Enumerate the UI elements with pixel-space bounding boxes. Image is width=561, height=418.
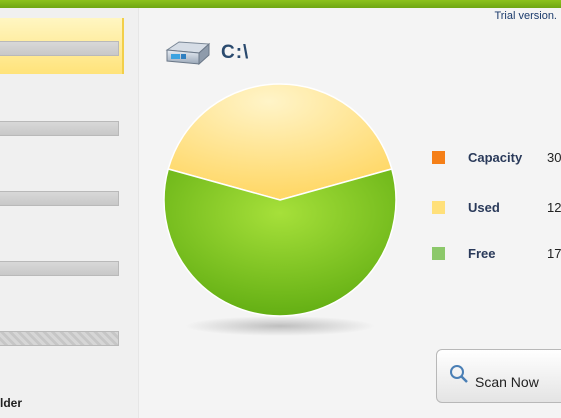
trial-version-label: Trial version.: [494, 10, 557, 22]
sidebar-progress-bar: [0, 41, 119, 56]
top-accent-bar: [0, 0, 561, 8]
scan-icon: [450, 365, 468, 383]
sidebar-folder-label[interactable]: lder: [0, 396, 22, 410]
legend-row-free: Free 17: [432, 246, 561, 261]
drive-header: C:\: [163, 40, 249, 66]
sidebar-progress-bar: [0, 191, 119, 206]
sidebar: lder: [0, 8, 139, 418]
sidebar-progress-bar: [0, 121, 119, 136]
scan-now-button[interactable]: Scan Now: [436, 349, 561, 403]
legend-value-capacity: 30: [547, 150, 561, 165]
legend-label-free: Free: [468, 246, 496, 261]
legend-row-used: Used 12: [432, 200, 561, 215]
legend-label-capacity: Capacity: [468, 150, 523, 165]
legend-swatch-used: [432, 201, 445, 214]
scan-now-label: Scan Now: [475, 374, 539, 390]
legend-swatch-capacity: [432, 151, 445, 164]
legend-row-capacity: Capacity 30: [432, 150, 561, 165]
legend-label-used: Used: [468, 200, 500, 215]
sidebar-progress-bar: [0, 261, 119, 276]
drive-path: C:\: [221, 42, 250, 63]
sidebar-item-active[interactable]: [0, 18, 124, 74]
sidebar-progress-bar-striped: [0, 331, 119, 346]
hard-drive-icon: [165, 41, 211, 66]
pie-shadow: [185, 316, 375, 336]
legend-value-free: 17: [547, 246, 561, 261]
legend-swatch-free: [432, 247, 445, 260]
legend-value-used: 12: [547, 200, 561, 215]
disk-usage-pie-chart: [163, 83, 397, 336]
